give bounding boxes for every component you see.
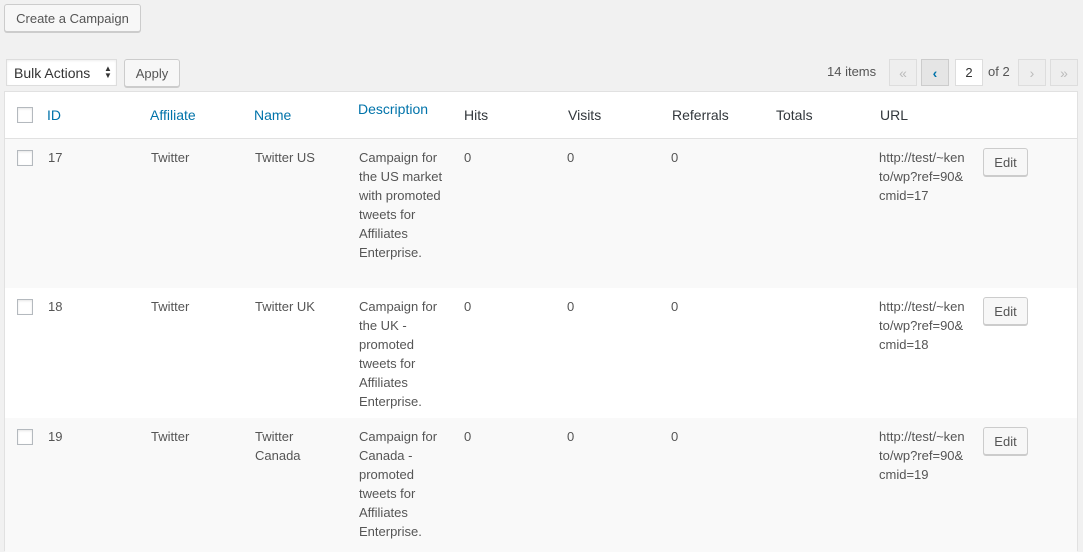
cell-url: http://test/~kento/wp?ref=90&cmid=19	[879, 429, 965, 482]
cell-description: Campaign for the US market with promoted…	[359, 150, 443, 260]
row-checkbox[interactable]	[17, 429, 33, 445]
total-pages-label: of 2	[988, 64, 1010, 79]
cell-affiliate: Twitter	[151, 299, 190, 314]
items-count: 14 items	[827, 64, 877, 79]
column-header-affiliate[interactable]: Affiliate	[150, 107, 196, 123]
column-header-hits: Hits	[464, 107, 489, 123]
first-page-button: «	[889, 59, 917, 86]
column-header-referrals: Referrals	[672, 107, 729, 123]
select-all-checkbox[interactable]	[17, 107, 33, 123]
cell-referrals: 0	[671, 429, 679, 444]
edit-button[interactable]: Edit	[983, 148, 1028, 176]
cell-url: http://test/~kento/wp?ref=90&cmid=17	[879, 150, 965, 203]
cell-visits: 0	[567, 150, 575, 165]
row-checkbox[interactable]	[17, 150, 33, 166]
apply-button[interactable]: Apply	[124, 59, 180, 87]
cell-affiliate: Twitter	[151, 150, 190, 165]
last-page-button: »	[1050, 59, 1078, 86]
cell-hits: 0	[464, 299, 472, 314]
cell-visits: 0	[567, 429, 575, 444]
select-arrows-icon: ▲ ▼	[104, 64, 112, 80]
cell-visits: 0	[567, 299, 575, 314]
cell-hits: 0	[464, 429, 472, 444]
create-campaign-button[interactable]: Create a Campaign	[4, 4, 141, 32]
edit-button[interactable]: Edit	[983, 297, 1028, 325]
cell-name: Twitter US	[255, 150, 315, 165]
table-row: 19 Twitter Twitter Canada Campaign for C…	[5, 418, 1077, 552]
table-row: 18 Twitter Twitter UK Campaign for the U…	[5, 288, 1077, 418]
bulk-actions-label: Bulk Actions	[14, 64, 91, 81]
cell-referrals: 0	[671, 299, 679, 314]
column-header-description[interactable]: Description	[358, 101, 428, 117]
cell-affiliate: Twitter	[151, 429, 190, 444]
column-header-name[interactable]: Name	[254, 107, 291, 123]
next-page-button: ›	[1018, 59, 1046, 86]
column-header-visits: Visits	[568, 107, 602, 123]
cell-url: http://test/~kento/wp?ref=90&cmid=18	[879, 299, 965, 352]
table-header: ID Affiliate Name Description Hits Visit…	[5, 92, 1077, 139]
cell-id: 18	[48, 299, 63, 314]
current-page-input[interactable]: 2	[955, 59, 983, 86]
cell-name: Twitter Canada	[255, 429, 301, 463]
cell-description: Campaign for the UK - promoted tweets fo…	[359, 299, 438, 409]
bulk-actions-select[interactable]: Bulk Actions ▲ ▼	[6, 59, 117, 86]
cell-id: 19	[48, 429, 63, 444]
cell-id: 17	[48, 150, 63, 165]
cell-name: Twitter UK	[255, 299, 315, 314]
cell-hits: 0	[464, 150, 472, 165]
cell-referrals: 0	[671, 150, 679, 165]
cell-description: Campaign for Canada - promoted tweets fo…	[359, 429, 438, 539]
previous-page-button[interactable]: ‹	[921, 59, 949, 86]
table-row: 17 Twitter Twitter US Campaign for the U…	[5, 139, 1077, 288]
edit-button[interactable]: Edit	[983, 427, 1028, 455]
column-header-url: URL	[880, 107, 909, 123]
row-checkbox[interactable]	[17, 299, 33, 315]
campaigns-table: ID Affiliate Name Description Hits Visit…	[4, 91, 1078, 552]
column-header-id[interactable]: ID	[47, 107, 61, 123]
column-header-totals: Totals	[776, 107, 813, 123]
